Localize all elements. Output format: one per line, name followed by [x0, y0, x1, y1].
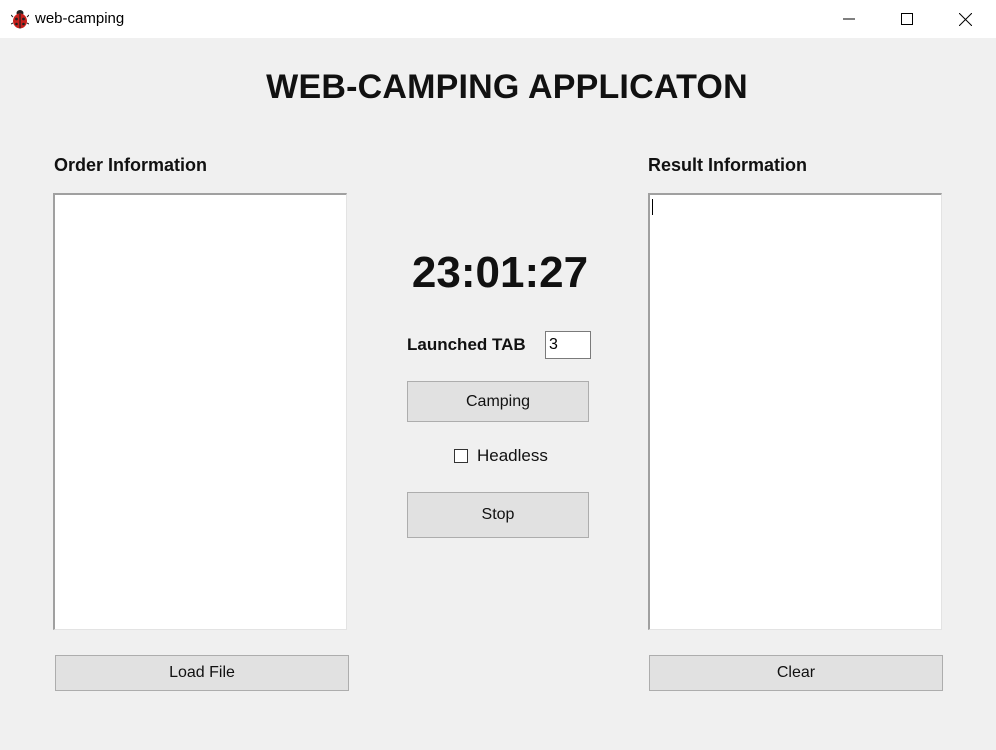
minimize-button[interactable] — [820, 0, 878, 38]
stop-button[interactable]: Stop — [407, 492, 589, 538]
close-button[interactable] — [936, 0, 994, 38]
launched-tab-label: Launched TAB — [407, 335, 526, 354]
camping-button[interactable]: Camping — [407, 381, 589, 422]
load-file-button[interactable]: Load File — [55, 655, 349, 691]
text-caret — [652, 199, 653, 215]
maximize-icon — [901, 13, 913, 25]
headless-checkbox[interactable] — [454, 449, 468, 463]
result-information-label: Result Information — [648, 155, 808, 175]
order-information-textbox[interactable] — [53, 193, 347, 630]
clear-button[interactable]: Clear — [649, 655, 943, 691]
launched-tab-input[interactable] — [545, 331, 591, 359]
ladybug-icon — [10, 9, 30, 29]
title-bar[interactable]: web-camping — [0, 0, 996, 38]
app-window: web-camping WEB-CAMPING APPLICATON Order… — [0, 0, 996, 750]
close-icon — [958, 12, 972, 26]
order-information-label: Order Information — [54, 155, 208, 175]
clock-display: 23:01:27 — [411, 248, 589, 297]
minimize-icon — [843, 18, 855, 20]
app-heading: WEB-CAMPING APPLICATON — [266, 68, 748, 106]
window-title: web-camping — [35, 10, 125, 27]
headless-label[interactable]: Headless — [477, 446, 548, 466]
result-information-textbox[interactable] — [648, 193, 942, 630]
headless-checkbox-row[interactable]: Headless — [454, 446, 548, 466]
maximize-button[interactable] — [878, 0, 936, 38]
